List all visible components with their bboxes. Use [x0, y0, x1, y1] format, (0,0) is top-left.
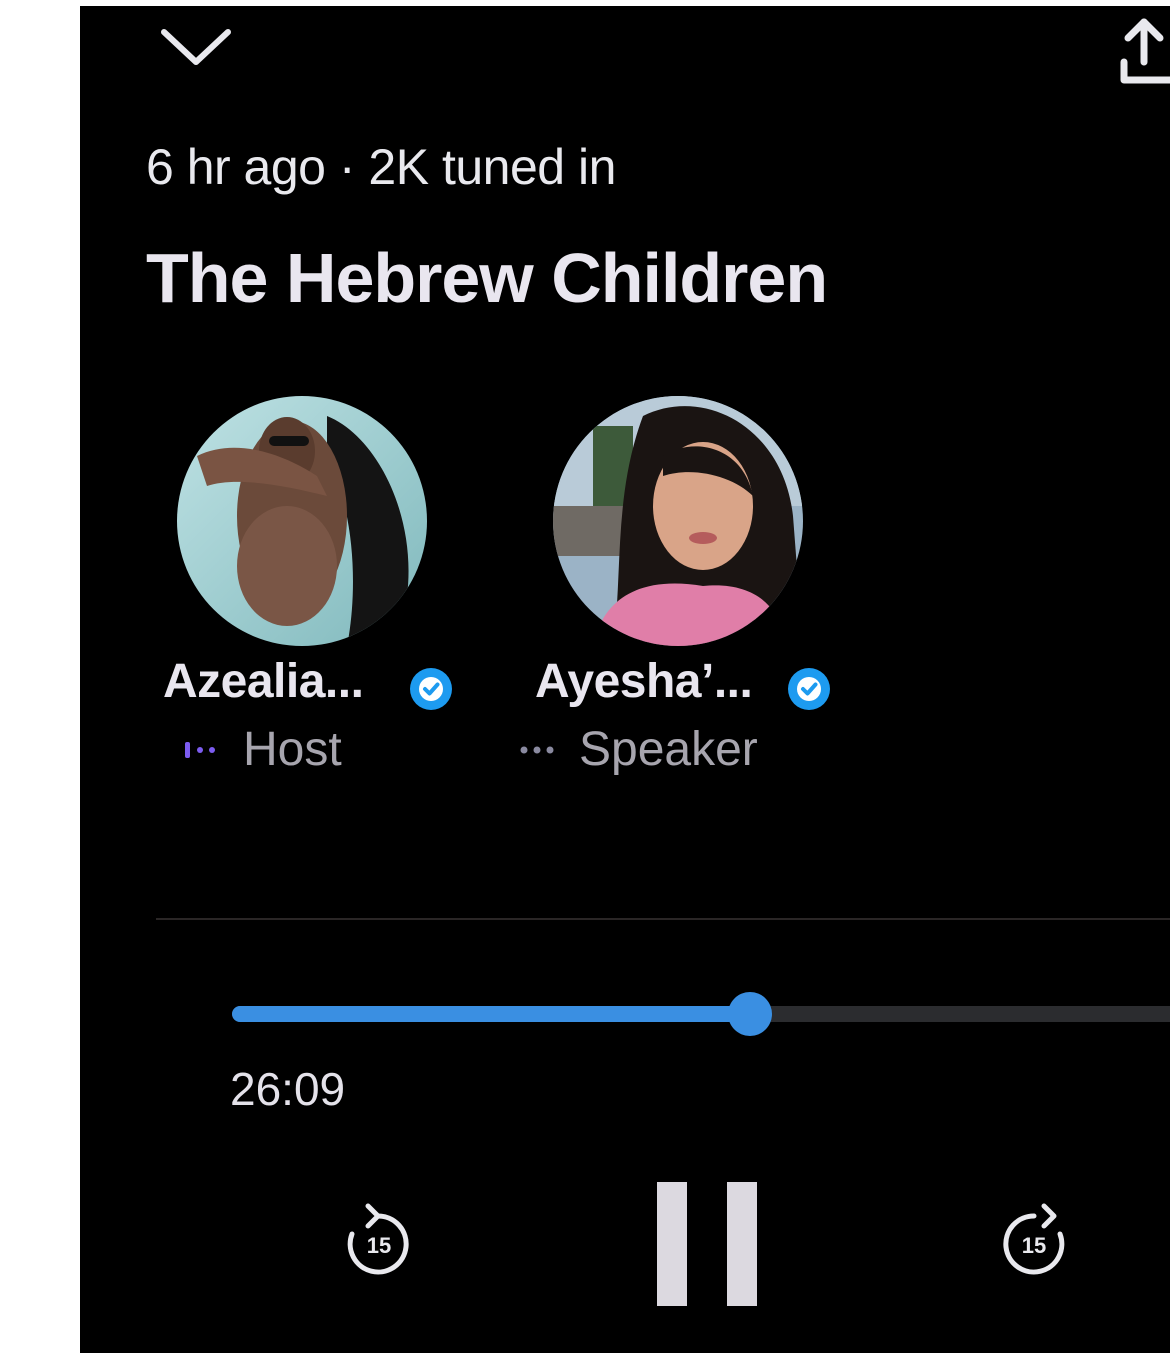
left-gutter [0, 0, 80, 1353]
participant-host[interactable]: Azealia... Host [160, 396, 480, 796]
participant-role: Speaker [579, 723, 758, 776]
rewind-seconds-label: 15 [367, 1233, 391, 1258]
participant-name: Azealia... [163, 655, 364, 708]
participant-name: Ayesha’... [535, 655, 753, 708]
collapse-button[interactable] [156, 20, 236, 70]
pause-icon [657, 1182, 757, 1306]
avatar[interactable] [553, 396, 803, 646]
participant-role: Host [243, 723, 342, 776]
avatar[interactable] [177, 396, 427, 646]
verified-badge-icon [788, 668, 830, 710]
forward-15-button[interactable]: 15 [994, 1202, 1074, 1287]
share-upload-icon [1120, 18, 1170, 84]
rewind-15-icon: 15 [347, 1203, 409, 1275]
chevron-down-icon [161, 29, 231, 65]
pause-button[interactable] [657, 1182, 757, 1311]
forward-15-icon: 15 [1003, 1203, 1065, 1275]
rewind-15-button[interactable]: 15 [338, 1202, 418, 1287]
space-title: The Hebrew Children [146, 239, 828, 317]
audio-level-icon [520, 746, 554, 754]
divider [156, 918, 1170, 920]
forward-seconds-label: 15 [1022, 1233, 1046, 1258]
playback-progress-slider[interactable] [232, 992, 1170, 1036]
verified-badge-icon [410, 668, 452, 710]
space-meta: 6 hr ago · 2K tuned in [146, 139, 616, 195]
space-player-screen: 6 hr ago · 2K tuned in The Hebrew Childr… [80, 6, 1170, 1353]
progress-fill [232, 1006, 750, 1022]
progress-knob[interactable] [728, 992, 772, 1036]
share-button[interactable] [1114, 12, 1170, 88]
elapsed-time: 26:09 [230, 1063, 346, 1115]
participant-speaker[interactable]: Ayesha’... Speaker [520, 396, 856, 796]
audio-level-icon [185, 742, 215, 758]
